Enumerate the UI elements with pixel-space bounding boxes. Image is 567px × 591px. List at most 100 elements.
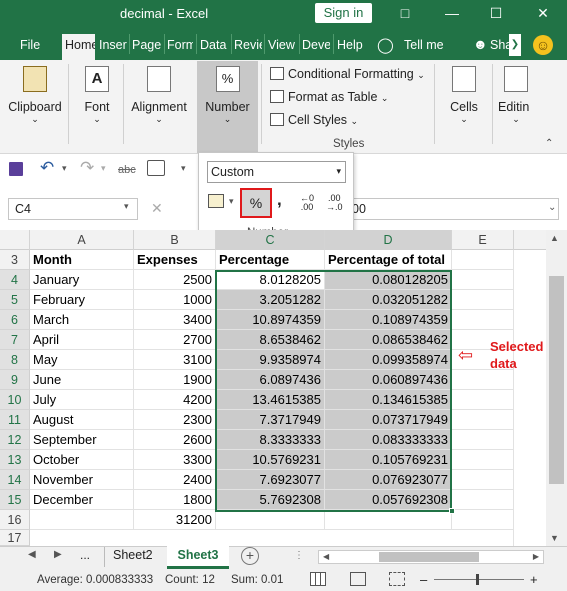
column-header[interactable]: E [452,230,514,250]
table-cell[interactable]: 13.4615385 [216,390,325,410]
zoom-slider[interactable] [434,579,524,580]
table-cell[interactable]: 10.5769231 [216,450,325,470]
tab-file[interactable]: File [20,38,40,52]
table-cell[interactable]: March [30,310,134,330]
close-icon[interactable]: ✕ [533,4,553,22]
row-header[interactable]: 5 [0,290,30,310]
customize-qat-icon[interactable]: ▾ [181,163,186,174]
table-cell[interactable] [452,250,514,270]
redo-dropdown-icon[interactable]: ▾ [101,163,106,174]
conditional-formatting-button[interactable]: Conditional Formatting ⌄ [270,67,425,81]
scroll-right-icon[interactable]: ▶ [533,552,539,561]
table-cell[interactable]: 5.7692308 [216,490,325,510]
tab-view[interactable]: View [268,38,298,52]
table-cell[interactable]: 2700 [134,330,216,350]
table-cell[interactable]: 7.6923077 [216,470,325,490]
empty-column-e[interactable] [452,270,514,546]
table-cell[interactable]: 8.6538462 [216,330,325,350]
add-sheet-icon[interactable]: + [241,547,259,565]
table-cell[interactable]: 2600 [134,430,216,450]
comma-style-button[interactable]: , [277,190,282,210]
scroll-left-icon[interactable]: ◀ [323,552,329,561]
print-preview-icon[interactable] [147,160,165,176]
table-cell[interactable]: June [30,370,134,390]
zoom-out-icon[interactable]: – [420,572,427,587]
sheet-tab-sheet2[interactable]: Sheet2 [113,548,153,562]
tab-review[interactable]: Revie [234,38,262,52]
table-cell[interactable]: 7.3717949 [216,410,325,430]
table-cell[interactable]: 3400 [134,310,216,330]
tell-me-search[interactable]: Tell me [404,38,444,52]
table-cell[interactable]: 0.083333333 [325,430,452,450]
row-header[interactable]: 11 [0,410,30,430]
table-cell[interactable] [325,510,452,530]
table-cell[interactable]: 0.076923077 [325,470,452,490]
table-cell[interactable]: 6.0897436 [216,370,325,390]
table-cell[interactable]: July [30,390,134,410]
format-as-table-button[interactable]: Format as Table ⌄ [270,90,388,104]
column-header[interactable]: C [216,230,325,250]
row-header[interactable]: 7 [0,330,30,350]
page-layout-view-icon[interactable] [350,572,366,586]
table-cell[interactable]: 0.060897436 [325,370,452,390]
table-cell[interactable]: 0.086538462 [325,330,452,350]
table-cell[interactable]: 0.080128205 [325,270,452,290]
row-header[interactable]: 3 [0,250,30,270]
table-cell[interactable]: February [30,290,134,310]
header-cell-expenses[interactable]: Expenses [134,250,216,270]
table-cell[interactable]: August [30,410,134,430]
row-header[interactable]: 15 [0,490,30,510]
percent-style-button[interactable]: % [240,188,272,218]
row-header[interactable]: 14 [0,470,30,490]
row-header[interactable]: 10 [0,390,30,410]
zoom-in-icon[interactable]: + [530,572,538,587]
tab-insert[interactable]: Inser [99,38,127,52]
smiley-feedback-icon[interactable]: ☺ [533,35,553,55]
table-cell[interactable]: 0.057692308 [325,490,452,510]
strikethrough-icon[interactable]: abc [118,164,136,176]
table-cell[interactable]: 8.3333333 [216,430,325,450]
tab-page-layout[interactable]: Page [132,38,162,52]
table-cell[interactable]: 10.8974359 [216,310,325,330]
save-icon[interactable] [9,162,23,176]
chevron-right-icon[interactable]: ❯ [509,34,521,56]
redo-icon[interactable]: ↷ [80,158,94,178]
font-button[interactable]: A Font ⌄ [76,66,118,125]
table-cell[interactable]: 0.105769231 [325,450,452,470]
sheet-tab-sheet3[interactable]: Sheet3 [167,545,229,569]
alignment-button[interactable]: Alignment ⌄ [128,66,190,125]
row-header[interactable]: 13 [0,450,30,470]
table-cell[interactable]: 0.134615385 [325,390,452,410]
table-cell[interactable]: 2400 [134,470,216,490]
table-cell[interactable]: 3100 [134,350,216,370]
table-cell[interactable]: 1800 [134,490,216,510]
table-cell[interactable]: September [30,430,134,450]
table-cell[interactable]: 2500 [134,270,216,290]
minimize-icon[interactable]: — [442,4,462,22]
row-header[interactable]: 9 [0,370,30,390]
table-cell[interactable]: 0.032051282 [325,290,452,310]
number-format-select[interactable]: Custom ▾ [207,161,346,183]
table-cell[interactable]: 0.073717949 [325,410,452,430]
row-header[interactable]: 16 [0,510,30,530]
name-box[interactable]: C4 [8,198,138,220]
sign-in-button[interactable]: Sign in [315,3,372,23]
table-cell[interactable]: 4200 [134,390,216,410]
table-cell[interactable]: 9.9358974 [216,350,325,370]
cell-styles-button[interactable]: Cell Styles ⌄ [270,113,358,127]
horizontal-thumb[interactable] [379,552,479,562]
table-cell[interactable]: December [30,490,134,510]
header-cell-percentage[interactable]: Percentage [216,250,325,270]
accounting-dropdown-icon[interactable]: ▾ [229,196,234,207]
scroll-sheets-left-icon[interactable]: ◀ [28,549,36,560]
collapse-ribbon-icon[interactable]: ⌃ [545,138,553,149]
undo-dropdown-icon[interactable]: ▾ [62,163,67,174]
accounting-format-icon[interactable] [208,194,224,208]
increase-decimal-button[interactable]: ←0.00 [300,194,314,212]
tab-formulas[interactable]: Form [167,38,193,52]
tab-developer[interactable]: Deve [302,38,330,52]
table-cell[interactable] [30,510,134,530]
table-cell[interactable]: 2300 [134,410,216,430]
page-break-view-icon[interactable] [389,572,405,586]
table-cell[interactable]: 0.099358974 [325,350,452,370]
